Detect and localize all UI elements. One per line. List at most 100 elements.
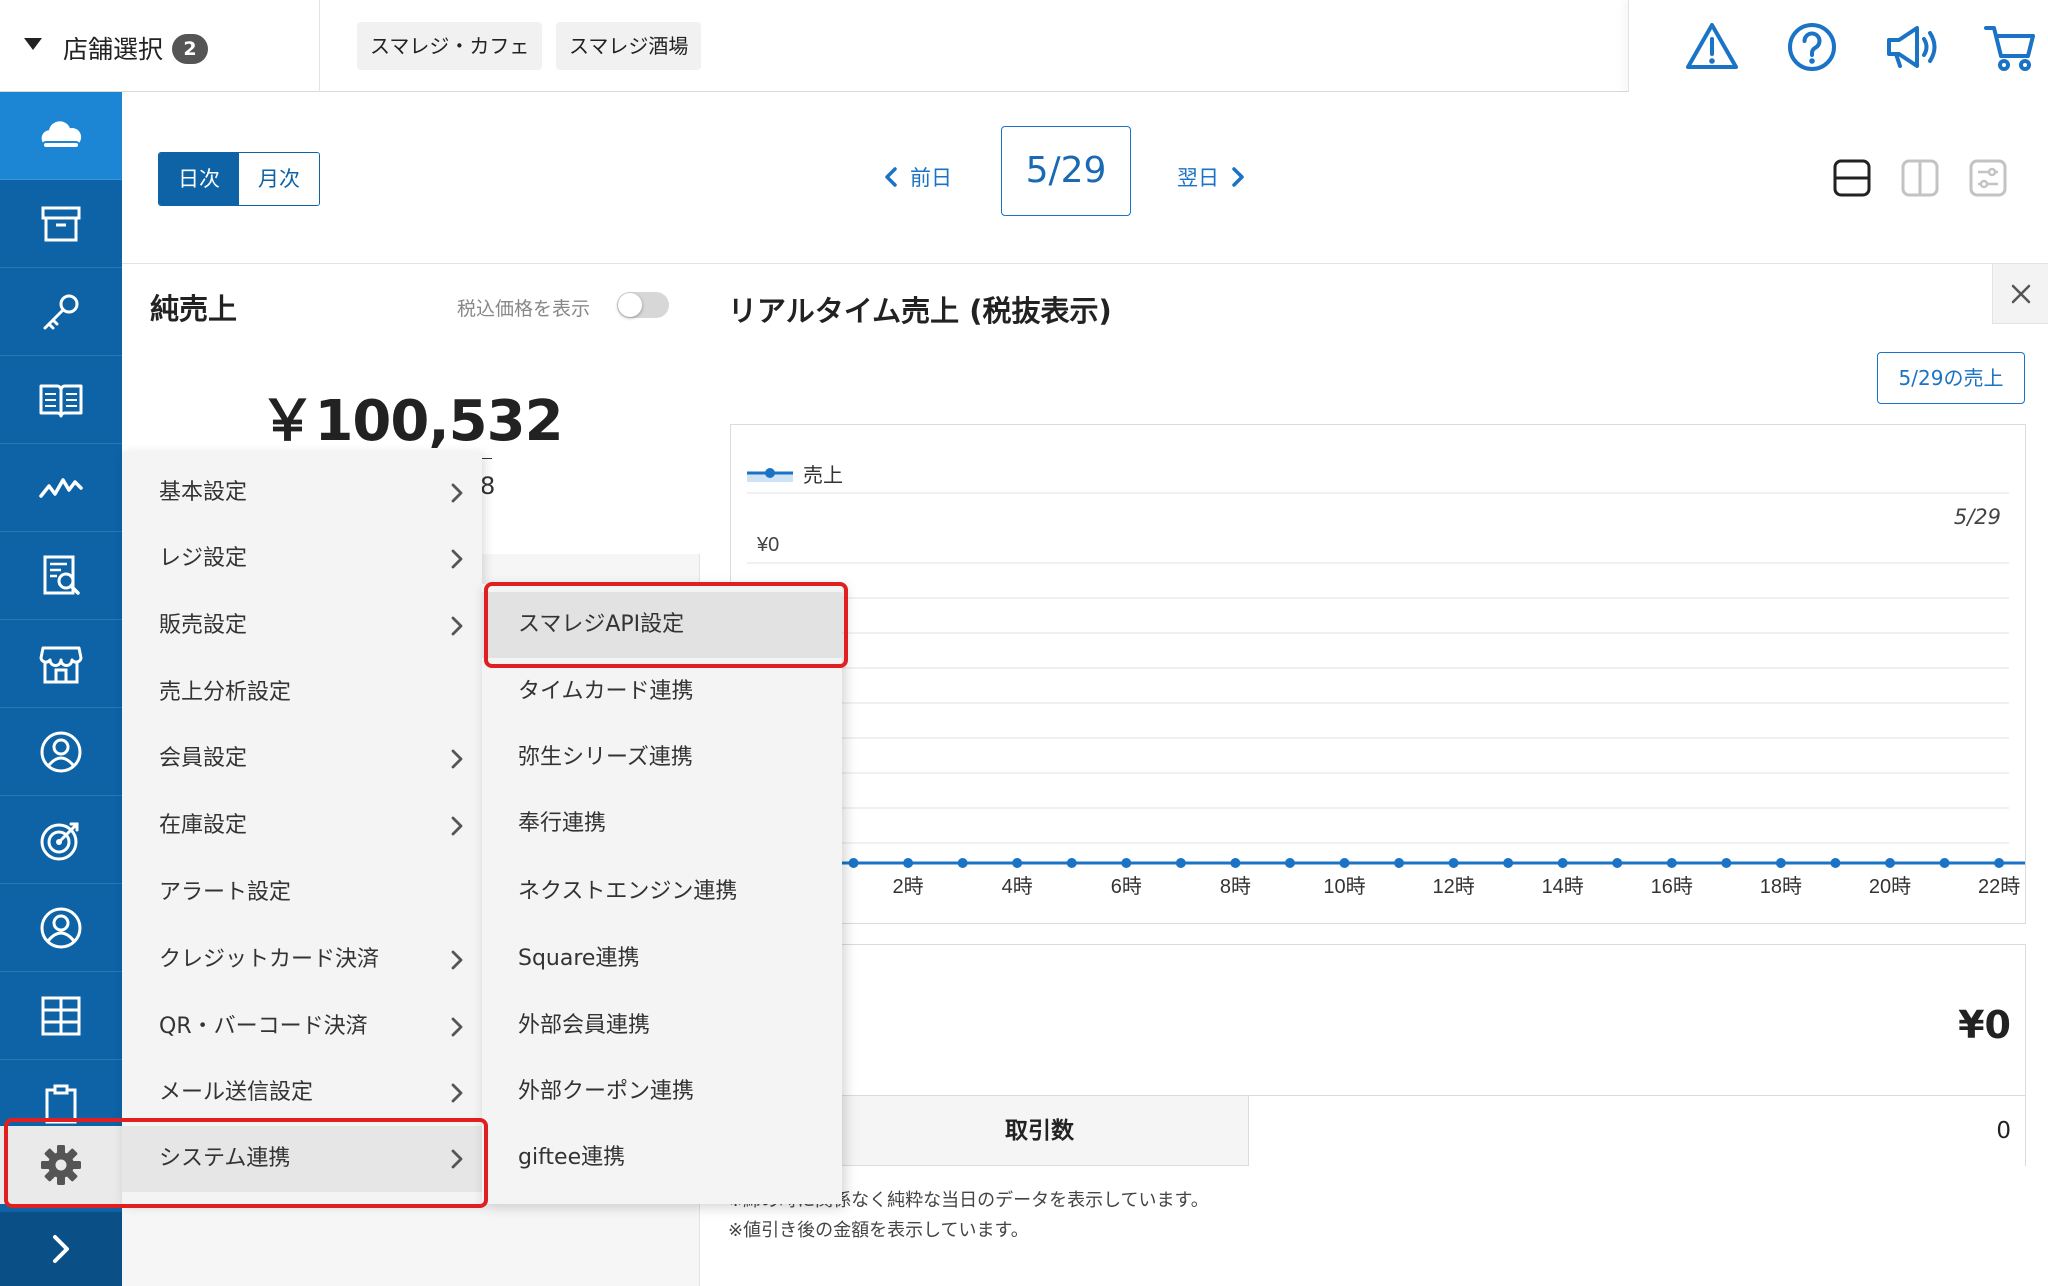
submenu-item-bugyo[interactable]: 奉行連携 [482,791,842,857]
submenu-item-external-coupon[interactable]: 外部クーポン連携 [482,1059,842,1125]
x-tick-label: 10時 [1323,875,1365,898]
menu-item-label: 会員設定 [159,746,248,771]
submenu-item-giftee[interactable]: giftee連携 [482,1125,842,1191]
box-icon [41,206,81,241]
data-point-hour-1 [848,858,859,868]
chevron-right-icon [451,1017,463,1037]
submenu-item-yayoi[interactable]: 弥生シリーズ連携 [482,725,842,791]
layout-rows-icon[interactable] [1832,158,1872,198]
menu-item-sales-settings[interactable]: 販売設定 [122,593,482,659]
store-chip-cafe[interactable]: スマレジ・カフェ [357,22,543,70]
sidebar-item-keys[interactable] [0,268,122,356]
store-select[interactable]: 店舗選択 2 [0,0,320,92]
layout-columns-icon[interactable] [1900,158,1940,198]
cloud-icon [41,120,82,149]
tab-daily[interactable]: 日次 [159,153,239,205]
next-day-label: 翌日 [1177,166,1219,190]
submenu-item-next-engine[interactable]: ネクストエンジン連携 [482,859,842,925]
transaction-row: 取引数 0 [731,1095,2025,1166]
prev-day-button[interactable]: 前日 [884,162,952,192]
sidebar-item-apps[interactable] [0,972,122,1060]
x-tick-label: 18時 [1760,875,1802,898]
menu-item-stock-settings[interactable]: 在庫設定 [122,793,482,859]
store-select-label: 店舗選択 [63,35,164,64]
chevron-right-icon [451,1083,463,1103]
alert-icon[interactable] [1685,20,1739,74]
daily-sales-button[interactable]: 5/29の売上 [1877,352,2025,404]
megaphone-icon[interactable] [1883,20,1937,74]
partial-text: 8 [480,472,496,500]
menu-item-label: 売上分析設定 [159,680,292,705]
grid-icon [41,996,81,1035]
cart-icon[interactable] [1983,20,2037,74]
top-bar: 店舗選択 2 スマレジ・カフェ スマレジ酒場 [0,0,2048,92]
submenu-item-label: giftee連携 [518,1145,626,1170]
submenu-item-label: 外部クーポン連携 [518,1079,695,1104]
submenu-item-external-member[interactable]: 外部会員連携 [482,993,842,1059]
sidebar-item-cloud[interactable] [0,92,122,180]
book-icon [39,384,83,417]
sidebar-item-analytics[interactable] [0,444,122,532]
highlight-smaregi-api [484,582,848,668]
x-tick-label: 12時 [1432,875,1474,898]
app-root: 店舗選択 2 スマレジ・カフェ スマレジ酒場 日次 月次 前日 5/29 翌日 … [0,0,2048,1286]
net-sales-title: 純売上 [150,292,238,326]
submenu-item-label: 外部会員連携 [518,1013,651,1038]
data-point-hour-17 [1721,858,1732,868]
data-point-hour-11 [1394,858,1405,868]
realtime-sales-panel: リアルタイム売上 (税抜表示) 5/29の売上 売上 5/29 ¥0 2時 4時 6… [700,264,2048,1286]
sidebar-item-targets[interactable] [0,796,122,884]
prev-day-label: 前日 [910,166,952,190]
x-axis: 2時 4時 6時 8時 10時 12時 14時 16時 18時 20時 22時 [893,875,2021,898]
data-point-hour-3 [957,858,968,868]
menu-item-basic-settings[interactable]: 基本設定 [122,460,482,526]
transaction-count: 0 [1996,1118,2011,1144]
sidebar-item-catalog[interactable] [0,356,122,444]
chart-plot: ¥0 2時 4時 6時 8時 10時 12時 14時 16時 18時 20時 22時 [747,492,2025,898]
chevron-right-icon [451,749,463,769]
tab-monthly[interactable]: 月次 [239,153,319,205]
data-point-hour-10 [1339,858,1350,868]
tax-toggle-label: 税込価格を表示 [457,298,591,320]
settings-menu: 基本設定 レジ設定 販売設定 売上分析設定 会員設定 在庫設定 アラート設定 ク… [122,452,482,1204]
sidebar-item-reports[interactable] [0,532,122,620]
highlight-system-integration [4,1118,488,1208]
menu-item-alert-settings[interactable]: アラート設定 [122,860,482,926]
menu-item-member-settings[interactable]: 会員設定 [122,726,482,792]
tax-toggle[interactable] [617,292,669,318]
menu-item-label: レジ設定 [159,546,248,571]
current-date[interactable]: 5/29 [1001,126,1131,216]
system-integration-submenu: スマレジAPI設定 タイムカード連携 弥生シリーズ連携 奉行連携 ネクストエンジ… [482,584,842,1204]
menu-item-register-settings[interactable]: レジ設定 [122,526,482,592]
sidebar-item-stores[interactable] [0,620,122,708]
menu-item-sales-analysis-settings[interactable]: 売上分析設定 [122,660,482,726]
menu-item-qr-barcode[interactable]: QR・バーコード決済 [122,994,482,1060]
caret-down-icon [24,38,42,50]
x-tick-label: 2時 [893,875,924,898]
chevron-right-icon [451,816,463,836]
submenu-item-timecard[interactable]: タイムカード連携 [482,659,842,725]
help-icon[interactable] [1785,20,1839,74]
close-button[interactable] [1992,264,2048,324]
data-point-hour-2 [903,858,914,868]
chevron-right-icon [451,950,463,970]
sidebar-item-inventory[interactable] [0,180,122,268]
next-day-button[interactable]: 翌日 [1177,162,1245,192]
data-point-hour-8 [1230,858,1241,868]
menu-item-label: アラート設定 [159,880,292,905]
submenu-item-square[interactable]: Square連携 [482,926,842,992]
store-chip-bar[interactable]: スマレジ酒場 [556,22,702,70]
sidebar-item-members[interactable] [0,884,122,972]
menu-item-label: クレジットカード決済 [159,947,380,972]
sidebar-expand-button[interactable] [0,1212,122,1286]
period-segment: 日次 月次 [158,152,320,206]
menu-item-label: 基本設定 [159,480,248,505]
summary-box: ¥0 取引数 0 [730,944,2026,1166]
menu-item-credit-card[interactable]: クレジットカード決済 [122,927,482,993]
key-icon [43,294,79,329]
settings-sliders-icon[interactable] [1968,158,2008,198]
menu-item-mail-settings[interactable]: メール送信設定 [122,1060,482,1126]
top-icon-group [1628,0,2048,92]
sidebar-item-staff[interactable] [0,708,122,796]
data-point-hour-22 [1994,858,2005,868]
